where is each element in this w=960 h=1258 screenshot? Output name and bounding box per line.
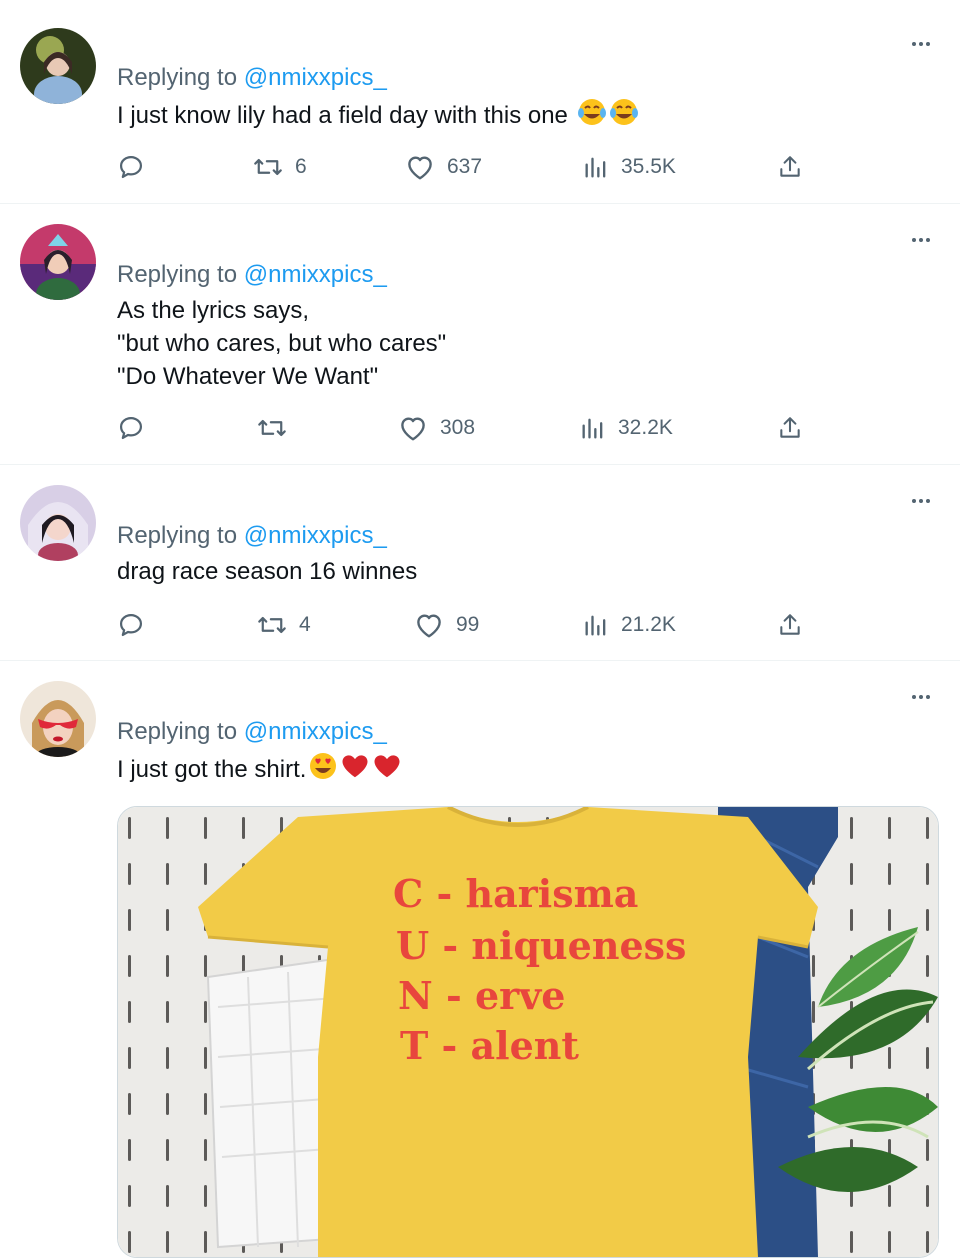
views-icon — [582, 418, 603, 439]
like-button[interactable]: 308 — [398, 412, 475, 444]
views-button[interactable]: 32.2K — [580, 412, 673, 444]
share-button[interactable] — [777, 151, 803, 183]
reply-button[interactable] — [117, 151, 157, 183]
replying-to: Replying to @nmixxpics_ — [117, 718, 387, 746]
tweet-actions: 4 99 21.2K — [117, 609, 817, 641]
red-heart-icon — [372, 751, 402, 790]
reply-prefix: Replying to — [117, 718, 238, 745]
tweet-text: As the lyrics says, "but who cares, but … — [117, 294, 446, 393]
share-icon — [780, 417, 800, 438]
avatar[interactable] — [20, 224, 96, 300]
shirt-print-line: C - harisma — [393, 871, 638, 916]
avatar[interactable] — [20, 681, 96, 757]
tweet-3[interactable]: Replying to @nmixxpics_ drag race season… — [0, 465, 960, 661]
retweet-count: 6 — [295, 155, 307, 178]
views-count: 32.2K — [618, 416, 673, 439]
tweet-text-line: "Do Whatever We Want" — [117, 363, 379, 390]
like-icon — [417, 614, 441, 638]
reply-button[interactable] — [117, 412, 157, 444]
like-button[interactable]: 637 — [405, 151, 482, 183]
views-icon — [585, 157, 606, 178]
share-icon — [780, 156, 800, 177]
views-count: 35.5K — [621, 155, 676, 178]
replying-to: Replying to @nmixxpics_ — [117, 522, 387, 550]
shirt-print-line: U - niqueness — [396, 923, 686, 968]
heart-eyes-icon — [308, 751, 338, 790]
retweet-icon — [258, 616, 286, 634]
share-button[interactable] — [777, 412, 803, 444]
tears-of-joy-icon — [609, 97, 639, 136]
reply-prefix: Replying to — [117, 64, 238, 91]
reply-prefix: Replying to — [117, 522, 238, 549]
tweet-actions: 6 637 35.5K — [117, 151, 817, 183]
like-count: 99 — [456, 613, 480, 636]
tweet-text: I just know lily had a field day with th… — [117, 97, 639, 136]
reply-icon — [119, 416, 143, 440]
tweet-2[interactable]: Replying to @nmixxpics_ As the lyrics sa… — [0, 204, 960, 465]
views-button[interactable]: 35.5K — [583, 151, 676, 183]
like-count: 308 — [440, 416, 476, 439]
tweet-1[interactable]: Replying to @nmixxpics_ I just know lily… — [0, 0, 960, 204]
tweet-media-image[interactable]: C - harisma U - niqueness N - erve T - a… — [117, 806, 939, 1258]
tweet-text-line: As the lyrics says, — [117, 297, 310, 324]
more-icon[interactable] — [906, 491, 936, 511]
retweet-icon — [254, 158, 282, 176]
like-count: 637 — [447, 155, 483, 178]
reply-prefix: Replying to — [117, 261, 238, 288]
views-button[interactable]: 21.2K — [583, 609, 676, 641]
tweet-text: I just got the shirt. — [117, 751, 402, 790]
reply-handle-link[interactable]: @nmixxpics_ — [244, 64, 387, 91]
views-icon — [585, 615, 606, 636]
retweet-button[interactable]: 6 — [253, 151, 307, 183]
reply-handle-link[interactable]: @nmixxpics_ — [244, 522, 387, 549]
tweet-text-line: "but who cares, but who cares" — [117, 330, 447, 357]
reply-handle-link[interactable]: @nmixxpics_ — [244, 261, 387, 288]
shirt-print-line: T - alent — [400, 1023, 579, 1068]
reply-handle-link[interactable]: @nmixxpics_ — [244, 718, 387, 745]
avatar[interactable] — [20, 28, 96, 104]
retweet-button[interactable]: 4 — [257, 609, 311, 641]
tweet-text-line: I just got the shirt. — [117, 756, 307, 783]
replying-to: Replying to @nmixxpics_ — [117, 261, 387, 289]
share-icon — [780, 614, 800, 635]
share-button[interactable] — [777, 609, 803, 641]
reply-icon — [119, 155, 143, 179]
views-count: 21.2K — [621, 613, 676, 636]
tweet-text-line: I just know lily had a field day with th… — [117, 102, 568, 129]
more-icon[interactable] — [906, 687, 936, 707]
retweet-button[interactable] — [257, 412, 299, 444]
replying-to: Replying to @nmixxpics_ — [117, 64, 387, 92]
more-icon[interactable] — [906, 34, 936, 54]
shirt-photo: C - harisma U - niqueness N - erve T - a… — [118, 807, 938, 1257]
tweet-text: drag race season 16 winnes — [117, 555, 417, 588]
red-heart-icon — [340, 751, 370, 790]
retweet-icon — [258, 419, 286, 437]
reply-button[interactable] — [117, 609, 157, 641]
retweet-count: 4 — [299, 613, 311, 636]
like-icon — [401, 417, 425, 441]
avatar[interactable] — [20, 485, 96, 561]
more-icon[interactable] — [906, 230, 936, 250]
tweet-actions: 308 32.2K — [117, 412, 817, 444]
tears-of-joy-icon — [577, 97, 607, 136]
shirt-print-line: N - erve — [398, 973, 565, 1018]
like-button[interactable]: 99 — [414, 609, 479, 641]
reply-icon — [119, 613, 143, 637]
like-icon — [408, 156, 432, 180]
tweet-text-line: drag race season 16 winnes — [117, 558, 418, 585]
